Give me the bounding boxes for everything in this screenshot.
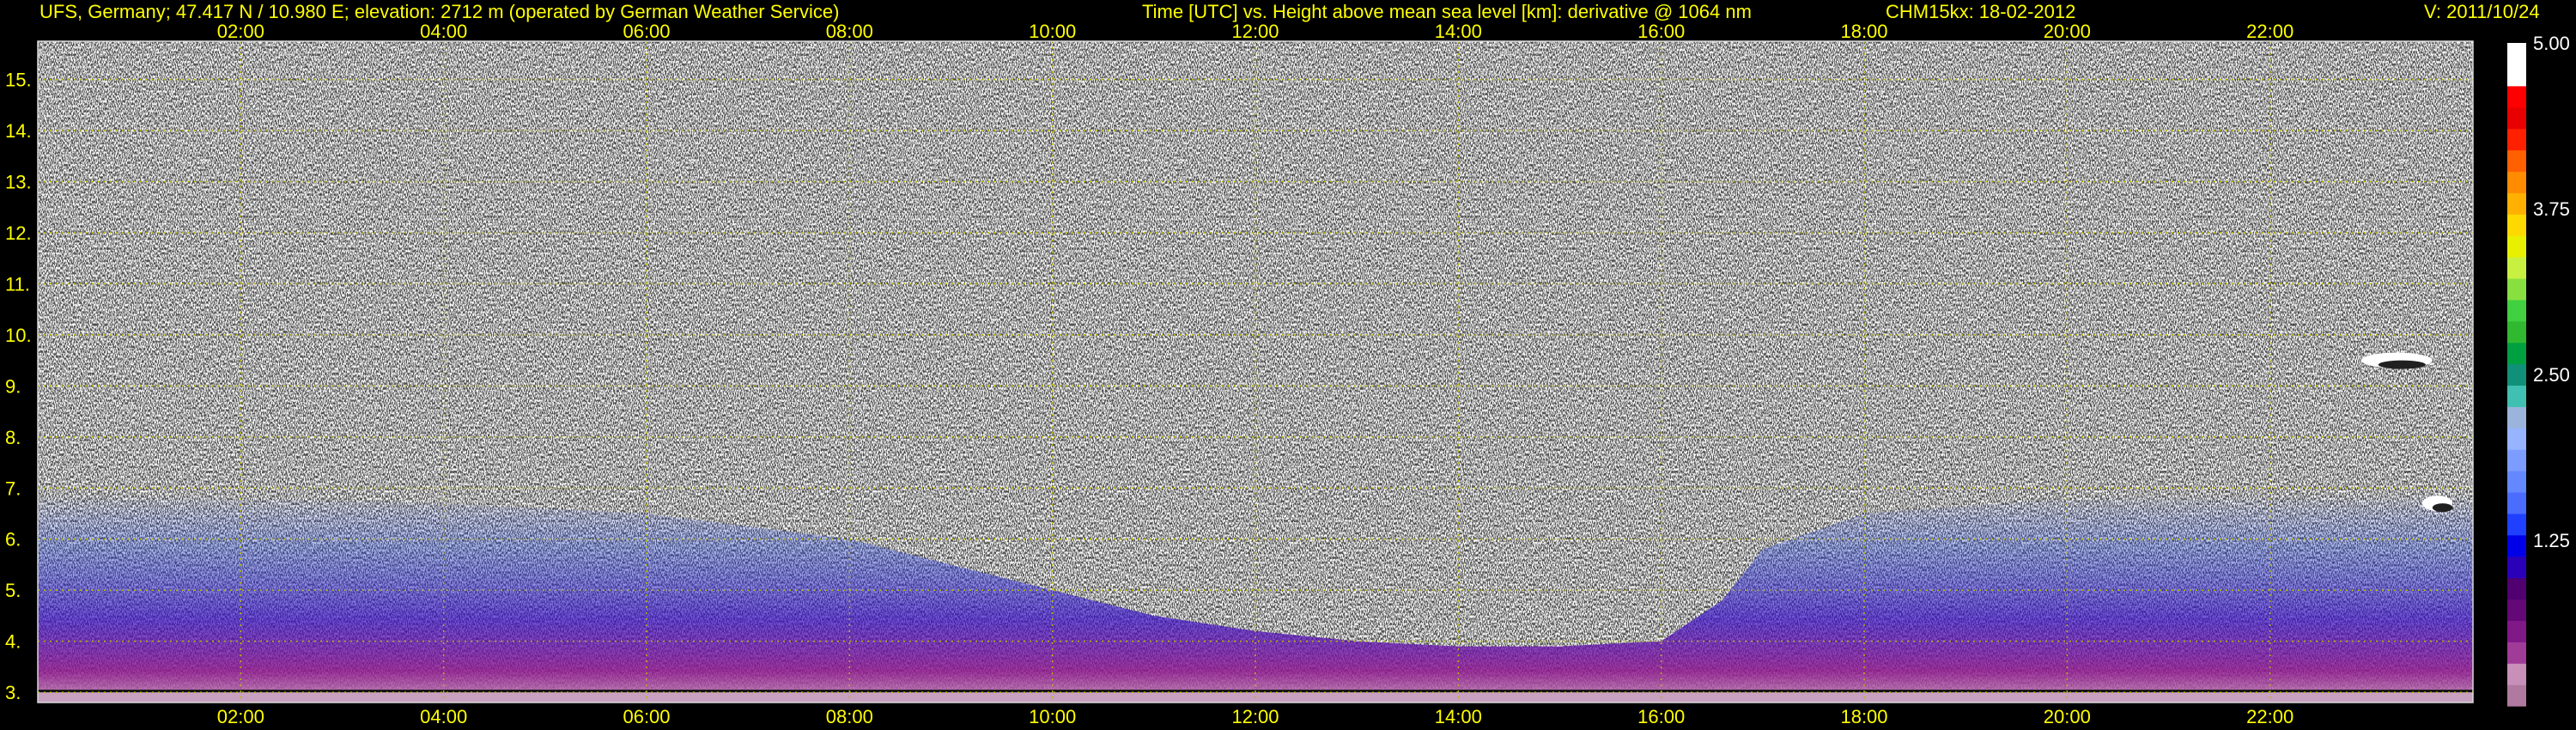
colorbar-label-2: 2.50 xyxy=(2533,364,2570,386)
y-tick-5: 8. xyxy=(5,427,21,448)
y-tick-8: 11. xyxy=(5,273,30,295)
colorbar-step-17 xyxy=(2507,320,2526,344)
x-tick-bottom-4: 10:00 xyxy=(1029,706,1076,727)
y-tick-2: 5. xyxy=(5,580,21,601)
x-tick-top-6: 14:00 xyxy=(1435,21,1482,42)
colorbar-step-21 xyxy=(2507,235,2526,258)
y-tick-0: 3. xyxy=(5,682,21,703)
x-tick-top-4: 10:00 xyxy=(1029,21,1076,42)
colorbar-step-5 xyxy=(2507,577,2526,600)
y-tick-6: 9. xyxy=(5,375,21,397)
x-tick-top-0: 02:00 xyxy=(217,21,264,42)
ceilometer-chart: 02:00 04:00 06:00 08:00 10:00 12:00 14:00 16:00… xyxy=(5,21,2570,727)
colorbar-step-30 xyxy=(2507,43,2526,65)
y-tick-10: 13. xyxy=(5,172,32,193)
y-tick-3: 6. xyxy=(5,529,21,551)
y-tick-1: 4. xyxy=(5,631,21,653)
x-tick-top-2: 06:00 xyxy=(623,21,670,42)
colorbar-step-9 xyxy=(2507,491,2526,514)
colorbar-step-4 xyxy=(2507,599,2526,621)
colorbar-step-28 xyxy=(2507,85,2526,108)
cloud-patch-shadow-0 xyxy=(2378,360,2426,369)
x-tick-bottom-5: 12:00 xyxy=(1231,706,1279,727)
colorbar-step-15 xyxy=(2507,363,2526,386)
colorbar-step-0 xyxy=(2507,684,2526,707)
y-tick-12: 15. xyxy=(5,70,32,91)
x-tick-labels-bottom: 02:00 04:00 06:00 08:00 10:00 12:00 14:00 16:00… xyxy=(217,706,2293,727)
colorbar-step-27 xyxy=(2507,106,2526,130)
colorbar-label-1: 3.75 xyxy=(2533,198,2570,220)
x-tick-top-5: 12:00 xyxy=(1231,21,1279,42)
x-tick-bottom-10: 22:00 xyxy=(2246,706,2293,727)
x-tick-bottom-8: 18:00 xyxy=(1840,706,1887,727)
colorbar-step-12 xyxy=(2507,428,2526,450)
x-tick-bottom-7: 16:00 xyxy=(1637,706,1685,727)
colorbar-step-1 xyxy=(2507,663,2526,685)
x-tick-bottom-6: 14:00 xyxy=(1435,706,1482,727)
colorbar-step-19 xyxy=(2507,277,2526,301)
x-tick-labels-top: 02:00 04:00 06:00 08:00 10:00 12:00 14:00 16:00… xyxy=(217,21,2293,42)
colorbar-step-11 xyxy=(2507,449,2526,471)
x-tick-top-7: 16:00 xyxy=(1637,21,1685,42)
colorbar-label-3: 1.25 xyxy=(2533,530,2570,551)
colorbar-step-3 xyxy=(2507,620,2526,642)
colorbar-label-0: 5.00 xyxy=(2533,33,2570,54)
colorbar-step-13 xyxy=(2507,406,2526,429)
x-tick-bottom-1: 04:00 xyxy=(420,706,467,727)
colorbar-step-7 xyxy=(2507,534,2526,557)
x-tick-bottom-2: 06:00 xyxy=(623,706,670,727)
cloud-patch-shadow-1 xyxy=(2432,503,2453,513)
y-tick-7: 10. xyxy=(5,325,32,346)
colorbar-step-14 xyxy=(2507,385,2526,407)
colorbar-step-26 xyxy=(2507,128,2526,151)
colorbar-step-22 xyxy=(2507,214,2526,236)
colorbar-step-6 xyxy=(2507,556,2526,579)
x-tick-bottom-9: 20:00 xyxy=(2044,706,2091,727)
colorbar-step-10 xyxy=(2507,471,2526,493)
y-tick-4: 7. xyxy=(5,478,21,499)
x-tick-bottom-3: 08:00 xyxy=(826,706,873,727)
x-tick-bottom-0: 02:00 xyxy=(217,706,264,727)
y-tick-labels: 3. 4. 5. 6. 7. 8. 9. 10. 11. 12. 13. 14. 15. xyxy=(5,70,32,704)
y-tick-9: 12. xyxy=(5,222,32,244)
x-tick-top-8: 18:00 xyxy=(1840,21,1887,42)
colorbar-step-23 xyxy=(2507,192,2526,215)
x-tick-top-3: 08:00 xyxy=(826,21,873,42)
y-tick-11: 14. xyxy=(5,120,32,142)
x-tick-top-9: 20:00 xyxy=(2044,21,2091,42)
colorbar-step-16 xyxy=(2507,342,2526,365)
colorbar-step-18 xyxy=(2507,299,2526,322)
x-tick-top-10: 22:00 xyxy=(2246,21,2293,42)
x-tick-top-1: 04:00 xyxy=(420,21,467,42)
colorbar-step-2 xyxy=(2507,642,2526,664)
colorbar-step-29 xyxy=(2507,64,2526,87)
colorbar: 5.00 3.75 2.50 1.25 xyxy=(2507,33,2570,707)
colorbar-step-8 xyxy=(2507,513,2526,536)
colorbar-step-24 xyxy=(2507,171,2526,193)
colorbar-step-25 xyxy=(2507,149,2526,173)
colorbar-step-20 xyxy=(2507,257,2526,279)
